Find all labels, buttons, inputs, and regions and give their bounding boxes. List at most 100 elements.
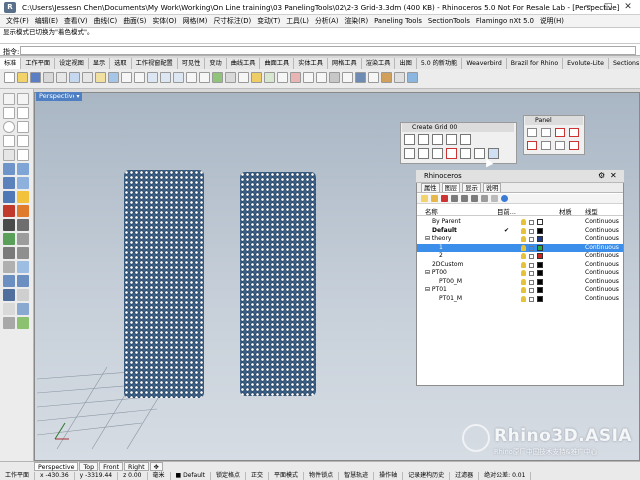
tab-visibility[interactable]: 可见性 xyxy=(178,58,206,69)
column-material[interactable]: 材质 xyxy=(559,207,572,216)
column-name[interactable]: 名称 xyxy=(425,207,438,216)
viewport-menu-chevron-icon[interactable]: ▾ xyxy=(74,92,82,101)
layer-lock-icon[interactable] xyxy=(529,279,534,285)
layer-linetype[interactable]: Continuous xyxy=(585,235,619,243)
delete-layer-icon[interactable] xyxy=(441,195,448,202)
close-button[interactable]: ✕ xyxy=(618,0,638,15)
rotate-view-icon[interactable] xyxy=(134,72,145,83)
array-icon[interactable] xyxy=(17,275,29,287)
tab-display[interactable]: 显示 xyxy=(89,58,111,69)
environment-icon[interactable] xyxy=(407,72,418,83)
close-icon[interactable]: ✕ xyxy=(610,171,617,180)
view-tab-top[interactable]: Top xyxy=(79,462,99,471)
menu-tools[interactable]: 工具(L) xyxy=(283,15,312,27)
grid-points-icon[interactable] xyxy=(460,134,471,145)
menu-render[interactable]: 渲染(R) xyxy=(341,15,371,27)
tab-evolute[interactable]: Evolute-Lite xyxy=(563,58,609,69)
menu-surface[interactable]: 曲面(S) xyxy=(120,15,149,27)
menu-dimension[interactable]: 尺寸标注(D) xyxy=(210,15,254,27)
grid-close-icon[interactable] xyxy=(446,148,457,159)
layer-row[interactable]: ⊟ PT01 Continuous xyxy=(417,286,623,294)
object-properties-icon[interactable] xyxy=(290,72,301,83)
column-current[interactable]: 目前... xyxy=(497,207,516,216)
arc-icon[interactable] xyxy=(17,121,29,133)
grid-extend-icon[interactable] xyxy=(432,148,443,159)
layer-visibility-bulb-icon[interactable] xyxy=(521,219,526,225)
move-parent-icon[interactable] xyxy=(471,195,478,202)
group-icon[interactable] xyxy=(316,72,327,83)
panel-pattern-icon[interactable] xyxy=(527,141,537,150)
tab-weaverbird[interactable]: Weaverbird xyxy=(462,58,507,69)
layer-row[interactable]: PT00_M Continuous xyxy=(417,278,623,286)
status-gumball[interactable]: 操作轴 xyxy=(374,472,404,480)
menu-edit[interactable]: 编辑(E) xyxy=(32,15,61,27)
edit-points-icon[interactable] xyxy=(3,303,15,315)
grid-shift-icon[interactable] xyxy=(418,148,429,159)
save-icon[interactable] xyxy=(30,72,41,83)
menu-curve[interactable]: 曲线(C) xyxy=(91,15,121,27)
layer-lock-icon[interactable] xyxy=(529,220,534,225)
tab-viewport-layout[interactable]: 工作视窗配置 xyxy=(132,58,178,69)
layer-current-check[interactable]: ✔ xyxy=(504,227,509,235)
tab-standard[interactable]: 标准 xyxy=(0,58,22,69)
layer-row[interactable]: PT01_M Continuous xyxy=(417,295,623,303)
column-linetype[interactable]: 线型 xyxy=(585,207,598,216)
layer-visibility-bulb-icon[interactable] xyxy=(521,261,526,268)
analysis-icon[interactable] xyxy=(17,303,29,315)
tab-select[interactable]: 选取 xyxy=(110,58,132,69)
layer-linetype[interactable]: Continuous xyxy=(585,244,619,252)
maximize-button[interactable]: □ xyxy=(598,0,618,15)
circle-icon[interactable] xyxy=(3,121,15,133)
tab-layers[interactable]: 图层 xyxy=(441,183,461,192)
join-icon[interactable] xyxy=(3,233,15,245)
analyze-icon[interactable] xyxy=(303,72,314,83)
new-sublayer-icon[interactable] xyxy=(431,195,438,202)
grid-surface-icon[interactable] xyxy=(446,134,457,145)
menu-view[interactable]: 查看(V) xyxy=(61,15,91,27)
box-icon[interactable] xyxy=(3,177,15,189)
layer-visibility-bulb-icon[interactable] xyxy=(521,227,526,234)
split-icon[interactable] xyxy=(17,219,29,231)
layer-lock-icon[interactable] xyxy=(529,237,534,242)
panel-custom-icon[interactable] xyxy=(569,141,579,150)
grid-curve-icon[interactable] xyxy=(432,134,443,145)
move-up-icon[interactable] xyxy=(451,195,458,202)
tab-transform[interactable]: 变动 xyxy=(205,58,227,69)
layer-color-swatch[interactable] xyxy=(537,278,543,285)
layer-lock-icon[interactable] xyxy=(529,262,534,268)
zoom-extents-icon[interactable] xyxy=(160,72,171,83)
layer-row[interactable]: By Parent Continuous xyxy=(417,218,623,226)
paste-icon[interactable] xyxy=(95,72,106,83)
menu-solid[interactable]: 实体(O) xyxy=(149,15,179,27)
layer-row[interactable]: ⊟ theory Continuous xyxy=(417,235,623,243)
panel-edges-icon[interactable] xyxy=(541,128,551,137)
tab-new-in-v5[interactable]: 5.0 的新功能 xyxy=(417,58,463,69)
help-icon[interactable] xyxy=(501,195,508,202)
shade-icon[interactable] xyxy=(212,72,223,83)
layer-row[interactable]: 1 Continuous xyxy=(417,243,623,252)
status-smarttrack[interactable]: 智慧轨迹 xyxy=(339,472,375,480)
layer-linetype[interactable]: Continuous xyxy=(585,295,619,303)
surface-icon[interactable] xyxy=(3,163,15,175)
menu-transform[interactable]: 变动(T) xyxy=(254,15,283,27)
layer-color-swatch[interactable] xyxy=(537,261,543,268)
layer-linetype[interactable]: Continuous xyxy=(585,218,619,226)
panel-toolbar-title[interactable]: Panel xyxy=(525,116,583,125)
fillet-icon[interactable] xyxy=(17,205,29,217)
layer-visibility-bulb-icon[interactable] xyxy=(521,278,526,285)
layer-linetype[interactable]: Continuous xyxy=(585,269,619,277)
tab-drafting[interactable]: 出图 xyxy=(395,58,417,69)
tab-solid-tools[interactable]: 实体工具 xyxy=(294,58,328,69)
zoom-window-icon[interactable] xyxy=(173,72,184,83)
mesh-icon[interactable] xyxy=(3,205,15,217)
layer-lock-icon[interactable] xyxy=(529,254,534,259)
layer-lock-icon[interactable] xyxy=(529,296,534,302)
create-grid-title[interactable]: Create Grid 00 xyxy=(402,123,514,132)
tab-set-view[interactable]: 设定视图 xyxy=(55,58,89,69)
tab-render-tools[interactable]: 渲染工具 xyxy=(362,58,396,69)
menu-mesh[interactable]: 网格(M) xyxy=(180,15,211,27)
panel-morph-icon[interactable] xyxy=(569,128,579,137)
layer-row[interactable]: ⊟ PT00 Continuous xyxy=(417,269,623,277)
render-icon[interactable] xyxy=(225,72,236,83)
options-icon[interactable] xyxy=(329,72,340,83)
